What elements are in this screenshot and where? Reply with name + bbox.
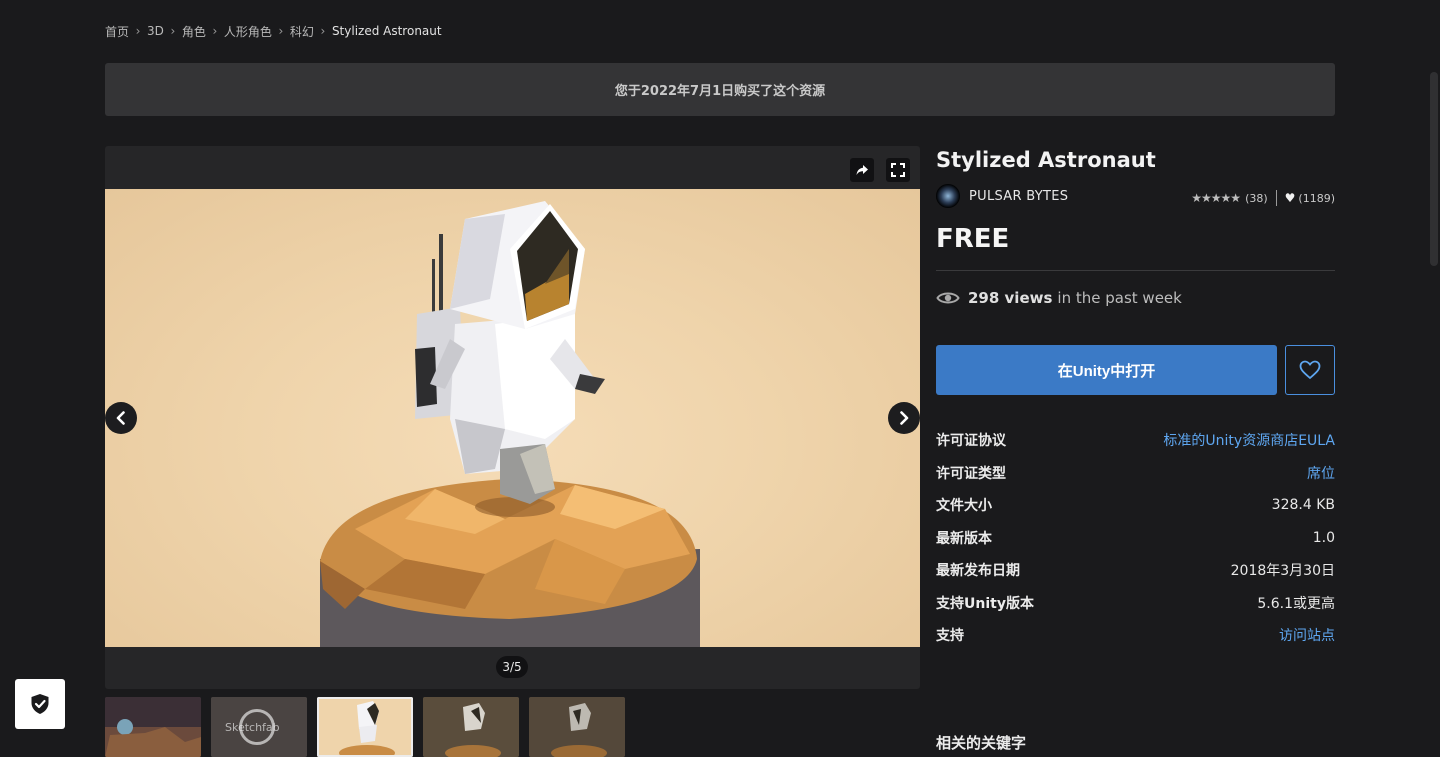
breadcrumb-3d[interactable]: 3D	[147, 24, 164, 38]
share-button[interactable]	[850, 158, 874, 182]
image-counter: 3/5	[496, 656, 528, 678]
chevron-right-icon: ›	[170, 24, 176, 38]
next-image-button[interactable]	[888, 402, 920, 434]
info-key: 许可证协议	[936, 433, 1006, 450]
info-key: 支持	[936, 628, 964, 645]
info-key: 支持Unity版本	[936, 595, 1034, 612]
page-scrollbar[interactable]	[1428, 0, 1440, 749]
latest-version-value: 1.0	[1312, 529, 1335, 546]
breadcrumb-home[interactable]: 首页	[105, 23, 129, 40]
purchase-banner: 您于2022年7月1日购买了这个资源	[105, 63, 1335, 116]
thumbnail-3-selected[interactable]	[317, 697, 413, 757]
views-summary: 298 views in the past week	[936, 289, 1182, 307]
info-key: 最新版本	[936, 530, 992, 547]
rating-count[interactable]: (38)	[1245, 192, 1268, 205]
share-icon	[856, 165, 868, 175]
thumbnail-5[interactable]	[529, 697, 625, 757]
open-in-unity-button[interactable]: 在Unity中打开	[936, 345, 1277, 395]
breadcrumb: 首页 › 3D › 角色 › 人形角色 › 科幻 › Stylized Astr…	[105, 22, 442, 40]
astronaut-render-image	[320, 201, 700, 647]
thumbnail-4[interactable]	[423, 697, 519, 757]
breadcrumb-humanoids[interactable]: 人形角色	[224, 23, 272, 40]
thumbnail-image	[105, 697, 201, 757]
info-row-file-size: 文件大小 328.4 KB	[936, 489, 1335, 522]
info-row-support: 支持 访问站点	[936, 619, 1335, 652]
fullscreen-button[interactable]	[886, 158, 910, 182]
info-key: 最新发布日期	[936, 563, 1020, 580]
price: FREE	[936, 224, 1010, 254]
unity-version-value: 5.6.1或更高	[1257, 595, 1335, 612]
visit-site-link[interactable]: 访问站点	[1279, 625, 1335, 645]
asset-info-table: 许可证协议 标准的Unity资源商店EULA 许可证类型 席位 文件大小 328…	[936, 424, 1335, 652]
chevron-right-icon: ›	[320, 24, 326, 38]
license-type-link[interactable]: 席位	[1307, 463, 1335, 483]
asset-stats: ★★★★★ (38) ♥ (1189)	[1191, 190, 1335, 206]
info-row-release-date: 最新发布日期 2018年3月30日	[936, 554, 1335, 587]
breadcrumb-current: Stylized Astronaut	[331, 24, 442, 38]
thumbnail-1[interactable]	[105, 697, 201, 757]
thumbnail-image	[423, 697, 519, 757]
stats-divider	[1275, 190, 1277, 206]
astronaut-model-preview[interactable]	[105, 189, 920, 647]
add-to-favorites-button[interactable]	[1285, 345, 1335, 395]
info-key: 文件大小	[936, 498, 992, 515]
divider	[936, 270, 1335, 271]
info-key: 许可证类型	[936, 465, 1006, 482]
related-keywords-heading: 相关的关键字	[936, 734, 1027, 752]
thumbnail-image	[317, 697, 413, 757]
publisher-avatar	[936, 184, 960, 208]
media-viewer: 3/5	[105, 146, 920, 689]
chevron-right-icon	[900, 411, 909, 425]
sketchfab-label: Sketchfab	[225, 721, 280, 734]
previous-image-button[interactable]	[105, 402, 137, 434]
eye-icon	[936, 292, 960, 304]
favorites-count: (1189)	[1298, 191, 1335, 205]
license-agreement-link[interactable]: 标准的Unity资源商店EULA	[1163, 430, 1335, 450]
views-count: 298 views	[968, 289, 1053, 307]
thumbnail-strip: Sketchfab	[105, 697, 625, 757]
thumbnail-image	[529, 697, 625, 757]
privacy-settings-button[interactable]	[15, 679, 65, 729]
chevron-left-icon	[116, 411, 125, 425]
chevron-right-icon: ›	[212, 24, 218, 38]
heart-icon: ♥	[1284, 191, 1296, 205]
publisher[interactable]: PULSAR BYTES	[936, 184, 1068, 208]
release-date-value: 2018年3月30日	[1230, 563, 1335, 580]
fullscreen-icon	[891, 163, 905, 177]
publisher-name[interactable]: PULSAR BYTES	[969, 189, 1068, 204]
chevron-right-icon: ›	[278, 24, 284, 38]
rating-stars-icon[interactable]: ★★★★★	[1191, 191, 1241, 205]
info-row-unity-version: 支持Unity版本 5.6.1或更高	[936, 587, 1335, 620]
info-row-license-type: 许可证类型 席位	[936, 457, 1335, 490]
scrollbar-thumb[interactable]	[1430, 72, 1438, 266]
breadcrumb-scifi[interactable]: 科幻	[290, 23, 314, 40]
file-size-value: 328.4 KB	[1271, 497, 1335, 514]
info-row-license-agreement: 许可证协议 标准的Unity资源商店EULA	[936, 424, 1335, 457]
shield-check-icon	[31, 694, 49, 714]
viewer-toolbar	[850, 158, 910, 182]
views-suffix: in the past week	[1057, 289, 1182, 307]
heart-outline-icon	[1299, 360, 1321, 380]
asset-title: Stylized Astronaut	[936, 148, 1156, 172]
info-row-latest-version: 最新版本 1.0	[936, 522, 1335, 555]
chevron-right-icon: ›	[135, 24, 141, 38]
thumbnail-2-video[interactable]: Sketchfab	[211, 697, 307, 757]
breadcrumb-characters[interactable]: 角色	[182, 23, 206, 40]
